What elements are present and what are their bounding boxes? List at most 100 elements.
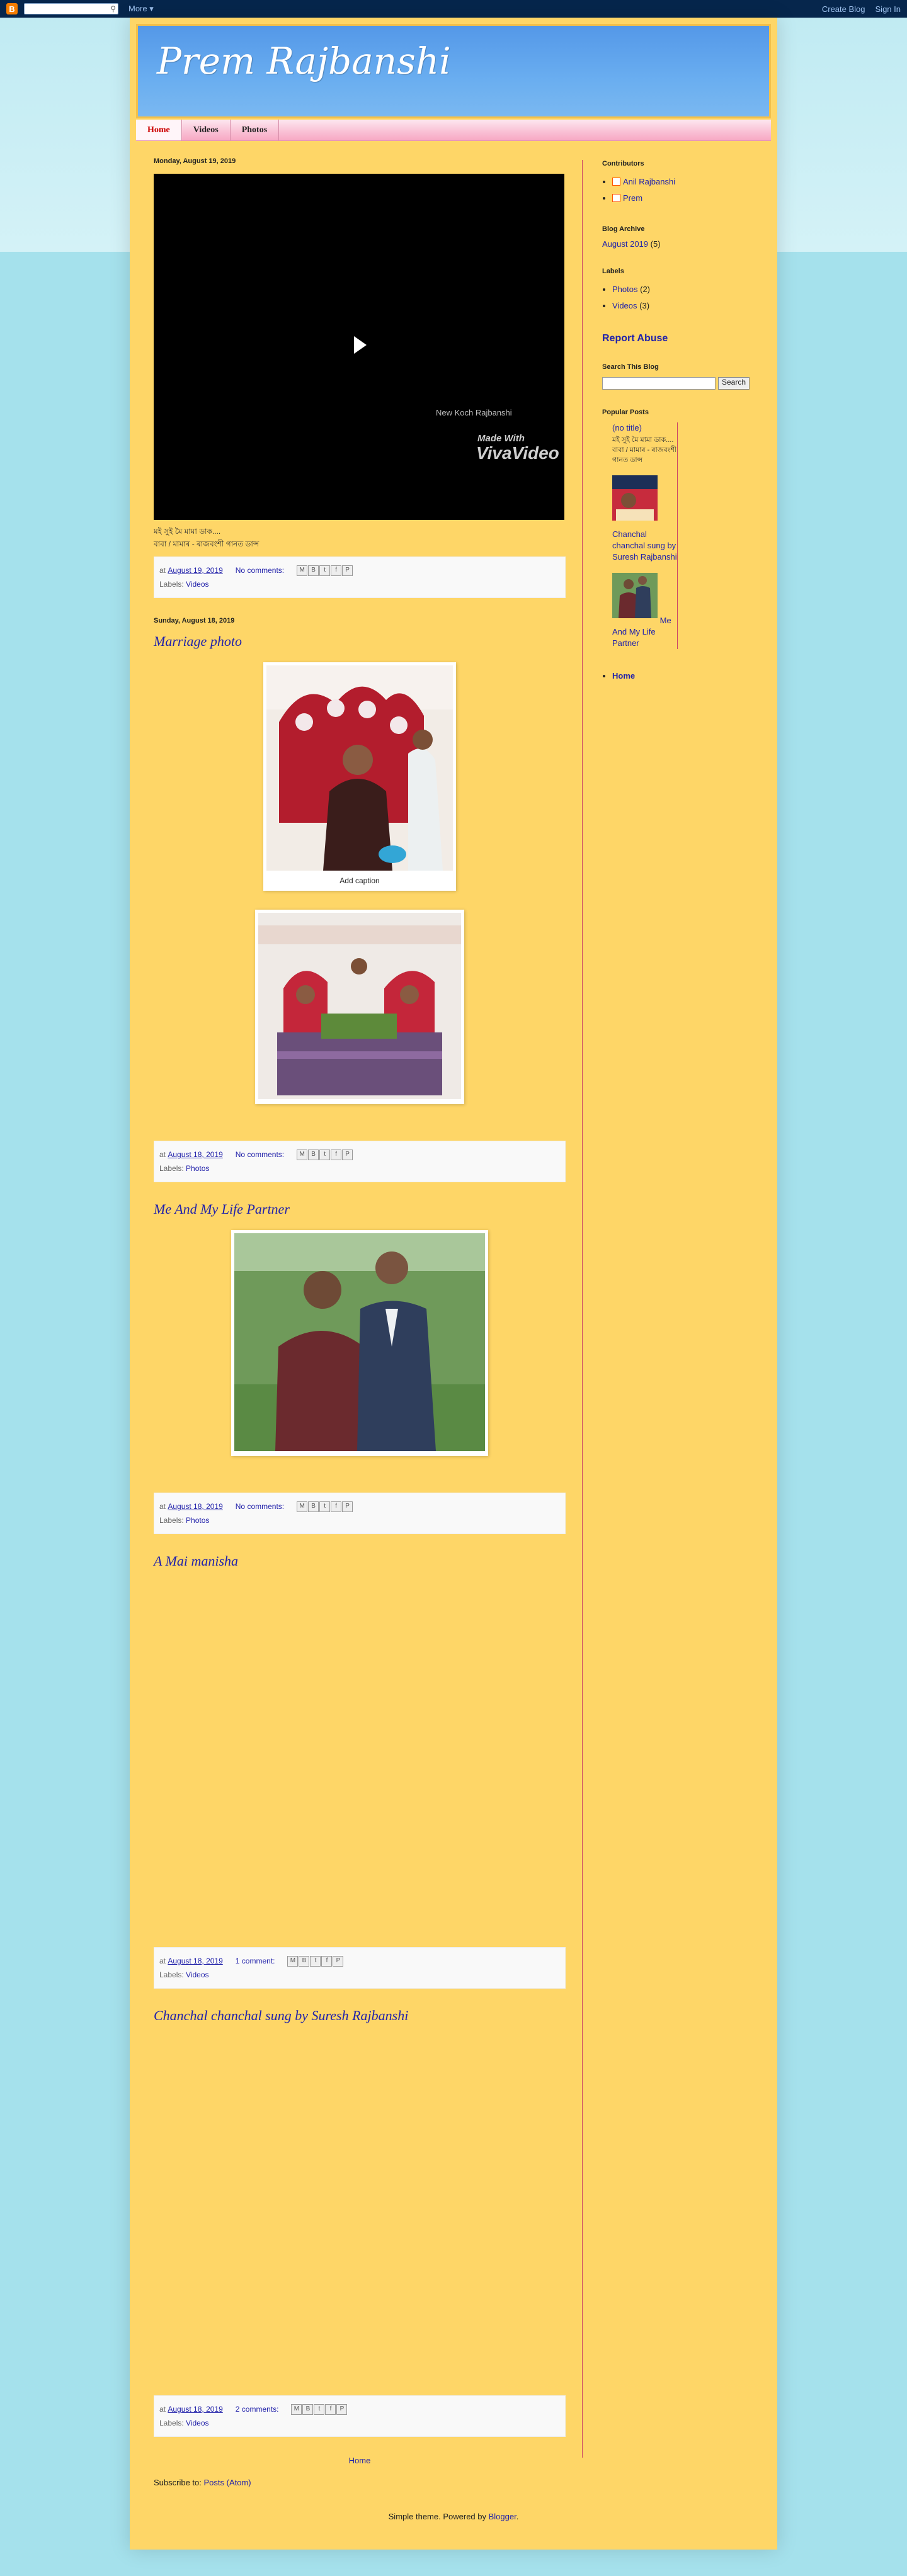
facebook-icon[interactable]: f (321, 1955, 333, 1967)
embedded-video-placeholder[interactable] (154, 1582, 566, 1941)
label-link-photos[interactable]: Photos (612, 285, 637, 294)
post-label-link[interactable]: Photos (186, 1161, 209, 1175)
post-comments-link[interactable]: 2 comments: (236, 2402, 279, 2416)
post-title[interactable]: Me And My Life Partner (154, 1201, 566, 1217)
blog-search-button[interactable]: Search (718, 377, 750, 390)
post-footer: at August 18, 2019 2 comments: M B t f P… (154, 2395, 566, 2437)
post-label-link[interactable]: Videos (186, 1968, 208, 1982)
video-player[interactable]: New Koch Rajbanshi Made With VivaVideo (154, 174, 564, 520)
twitter-icon[interactable]: t (319, 565, 331, 576)
post-timestamp-link[interactable]: August 18, 2019 (168, 2402, 222, 2416)
search-icon[interactable]: ⚲ (110, 4, 116, 13)
facebook-icon[interactable]: f (331, 1501, 342, 1512)
facebook-icon[interactable]: f (331, 565, 342, 576)
post-comments-link[interactable]: No comments: (236, 1148, 284, 1161)
video-watermark-vivavideo: VivaVideo (476, 443, 559, 463)
email-icon[interactable]: M (291, 2404, 302, 2415)
blogthis-icon[interactable]: B (299, 1955, 310, 1967)
email-icon[interactable]: M (297, 565, 308, 576)
marriage-photo-2[interactable] (258, 913, 461, 1099)
widget-title: Labels (602, 268, 624, 275)
more-menu-button[interactable]: More ▾ (128, 4, 154, 14)
contributor-link[interactable]: Prem (623, 193, 642, 203)
post-title[interactable]: Chanchal chanchal sung by Suresh Rajbans… (154, 2008, 566, 2024)
sidebar-divider (582, 160, 583, 2458)
tab-photos[interactable]: Photos (231, 120, 280, 140)
post-timestamp-link[interactable]: August 18, 2019 (168, 1148, 222, 1161)
post-labels-prefix: Labels: (159, 580, 184, 589)
labels-widget: Labels Photos (2) Videos (3) (602, 268, 766, 314)
pinterest-icon[interactable]: P (336, 2404, 348, 2415)
post-timestamp-link[interactable]: August 19, 2019 (168, 563, 222, 577)
popular-post-thumbnail[interactable] (612, 573, 658, 618)
post-timestamp-link[interactable]: August 18, 2019 (168, 1954, 222, 1968)
label-link-videos[interactable]: Videos (612, 301, 637, 310)
content-outer: Prem Rajbanshi Home Videos Photos Monday… (130, 18, 777, 2550)
pages-home-link[interactable]: Home (612, 671, 635, 681)
post-comments-link[interactable]: 1 comment: (236, 1954, 275, 1968)
marriage-photo-1[interactable] (266, 665, 453, 871)
blogthis-icon[interactable]: B (308, 565, 319, 576)
navbar-search-input[interactable]: ⚲ (24, 3, 118, 14)
blog-title[interactable]: Prem Rajbanshi (157, 40, 451, 82)
blogthis-icon[interactable]: B (302, 2404, 314, 2415)
post-comments-link[interactable]: No comments: (236, 563, 284, 577)
post-label-link[interactable]: Photos (186, 1513, 209, 1527)
post-labels-prefix: Labels: (159, 1164, 184, 1173)
facebook-icon[interactable]: f (325, 2404, 336, 2415)
embedded-video-placeholder[interactable] (154, 2037, 566, 2389)
popular-post-thumbnail[interactable] (612, 475, 658, 521)
post-footer: at August 18, 2019 No comments: M B t f … (154, 1493, 566, 1534)
email-icon[interactable]: M (287, 1955, 299, 1967)
popular-post-title[interactable]: (no title) (612, 423, 642, 432)
twitter-icon[interactable]: t (319, 1501, 331, 1512)
pinterest-icon[interactable]: P (342, 565, 353, 576)
blogthis-icon[interactable]: B (308, 1501, 319, 1512)
post-label-link[interactable]: Videos (186, 2416, 208, 2430)
post-comments-link[interactable]: No comments: (236, 1500, 284, 1513)
pinterest-icon[interactable]: P (333, 1955, 344, 1967)
archive-widget: Blog Archive August 2019 (5) (602, 225, 766, 249)
couple-photo[interactable] (234, 1233, 485, 1451)
attribution-suffix: . (516, 2512, 519, 2521)
home-link[interactable]: Home (349, 2456, 371, 2465)
post-title[interactable]: A Mai manisha (154, 1553, 566, 1569)
pinterest-icon[interactable]: P (342, 1149, 353, 1160)
post-title[interactable]: Marriage photo (154, 633, 566, 650)
email-icon[interactable]: M (297, 1501, 308, 1512)
sidebar: Contributors Anil Rajbanshi Prem Blog Ar… (602, 160, 766, 703)
sign-in-link[interactable]: Sign In (876, 4, 901, 14)
play-icon[interactable] (354, 336, 367, 354)
post-at-label: at (159, 566, 166, 575)
subscribe-prefix: Subscribe to: (154, 2478, 202, 2487)
post-timestamp-link[interactable]: August 18, 2019 (168, 1500, 222, 1513)
popular-post-title[interactable]: Chanchal chanchal sung by Suresh Rajbans… (612, 529, 677, 562)
video-watermark-made-with: Made With (477, 433, 525, 444)
blogger-link[interactable]: Blogger (489, 2512, 516, 2521)
archive-month-link[interactable]: August 2019 (602, 239, 648, 249)
create-blog-link[interactable]: Create Blog (822, 4, 865, 14)
facebook-icon[interactable]: f (331, 1149, 342, 1160)
main-column: Monday, August 19, 2019 New Koch Rajbans… (154, 157, 566, 2487)
twitter-icon[interactable]: t (310, 1955, 321, 1967)
tab-home[interactable]: Home (136, 120, 182, 140)
popular-post-title[interactable]: Me And My Life Partner (612, 616, 671, 648)
blog-search-input[interactable] (602, 377, 716, 390)
twitter-icon[interactable]: t (319, 1149, 331, 1160)
blogthis-icon[interactable]: B (308, 1149, 319, 1160)
report-abuse-link[interactable]: Report Abuse (602, 333, 766, 344)
tab-videos[interactable]: Videos (182, 120, 231, 140)
blogger-logo-icon[interactable]: B (6, 3, 18, 14)
subscribe-posts-link[interactable]: Posts (Atom) (204, 2478, 251, 2487)
contributor-link[interactable]: Anil Rajbanshi (623, 177, 675, 186)
popular-post-item: (no title) মই সুই মৈ মামা ডাক.... বাবা /… (612, 422, 677, 465)
search-widget: Search This Blog Search (602, 363, 766, 390)
post-label-link[interactable]: Videos (186, 577, 208, 591)
widget-title: Popular Posts (602, 409, 649, 416)
pinterest-icon[interactable]: P (342, 1501, 353, 1512)
post-at-label: at (159, 1502, 166, 1511)
twitter-icon[interactable]: t (314, 2404, 325, 2415)
popular-post-item: Chanchal chanchal sung by Suresh Rajbans… (612, 475, 677, 563)
blog-header: Prem Rajbanshi (136, 24, 771, 118)
email-icon[interactable]: M (297, 1149, 308, 1160)
